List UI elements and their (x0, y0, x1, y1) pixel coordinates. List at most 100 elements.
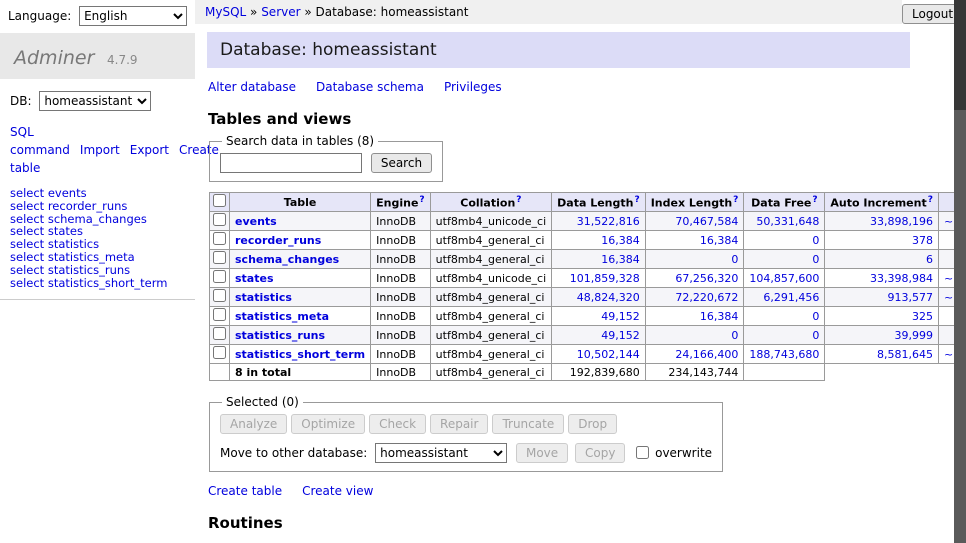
truncate-button[interactable]: Truncate (492, 414, 564, 434)
overwrite-label: overwrite (655, 446, 712, 460)
auto-increment-link[interactable]: 6 (926, 253, 933, 266)
scrollbar[interactable] (954, 0, 966, 543)
index-length-link[interactable]: 0 (731, 253, 738, 266)
data-free-link[interactable]: 0 (812, 310, 819, 323)
column-help-link[interactable]: ? (928, 195, 933, 205)
privileges-link[interactable]: Privileges (444, 80, 502, 94)
column-help-link[interactable]: ? (634, 195, 639, 205)
export-link[interactable]: Export (130, 143, 169, 157)
row-select-cell (210, 307, 230, 326)
move-db-select[interactable]: homeassistant (375, 443, 507, 463)
select-statistics-runs-link[interactable]: select statistics_runs (10, 264, 185, 277)
row-checkbox[interactable] (213, 251, 226, 264)
index-length-link[interactable]: 16,384 (700, 310, 739, 323)
table-row: recorder_runsInnoDButf8mb4_general_ci16,… (210, 231, 966, 250)
index-length-link[interactable]: 72,220,672 (675, 291, 738, 304)
data-length-link[interactable]: 31,522,816 (577, 215, 640, 228)
language-select[interactable]: English (79, 6, 187, 26)
engine-cell: InnoDB (371, 231, 431, 250)
drop-button[interactable]: Drop (568, 414, 617, 434)
search-button[interactable]: Search (371, 153, 432, 173)
auto-increment-link[interactable]: 913,577 (887, 291, 933, 304)
row-checkbox[interactable] (213, 308, 226, 321)
data-length-link[interactable]: 49,152 (601, 310, 640, 323)
row-checkbox[interactable] (213, 213, 226, 226)
data-free-link[interactable]: 188,743,680 (749, 348, 819, 361)
select-statistics-meta-link[interactable]: select statistics_meta (10, 251, 185, 264)
table-name-link[interactable]: statistics_short_term (235, 348, 365, 361)
data-length-link[interactable]: 10,502,144 (577, 348, 640, 361)
row-checkbox[interactable] (213, 270, 226, 283)
select-statistics-short-term-link[interactable]: select statistics_short_term (10, 277, 185, 290)
row-checkbox[interactable] (213, 327, 226, 340)
alter-database-link[interactable]: Alter database (208, 80, 296, 94)
overwrite-checkbox[interactable] (636, 446, 649, 459)
copy-button[interactable]: Copy (575, 443, 625, 463)
data-free-link[interactable]: 0 (812, 234, 819, 247)
column-help-link[interactable]: ? (516, 195, 521, 205)
data-free-link[interactable]: 0 (812, 329, 819, 342)
row-checkbox[interactable] (213, 289, 226, 302)
table-name-link[interactable]: statistics_meta (235, 310, 329, 323)
data-free-link[interactable]: 104,857,600 (749, 272, 819, 285)
index-length-link[interactable]: 70,467,584 (675, 215, 738, 228)
breadcrumb-link-server[interactable]: Server (261, 5, 300, 19)
column-help-link[interactable]: ? (812, 195, 817, 205)
table-name-link[interactable]: statistics_runs (235, 329, 325, 342)
import-link[interactable]: Import (80, 143, 120, 157)
data-free-link[interactable]: 0 (812, 253, 819, 266)
column-header-data-length: Data Length? (552, 193, 646, 212)
selected-buttons: AnalyzeOptimizeCheckRepairTruncateDrop (220, 414, 712, 434)
select-recorder-runs-link[interactable]: select recorder_runs (10, 200, 185, 213)
select-events-link[interactable]: select events (10, 187, 185, 200)
check-button[interactable]: Check (369, 414, 426, 434)
index-length-link[interactable]: 67,256,320 (675, 272, 738, 285)
data-length-link[interactable]: 49,152 (601, 329, 640, 342)
breadcrumb-link-mysql[interactable]: MySQL (205, 5, 246, 19)
data-length-cell: 49,152 (552, 307, 646, 326)
data-length-link[interactable]: 16,384 (601, 234, 640, 247)
repair-button[interactable]: Repair (430, 414, 488, 434)
create-view-link[interactable]: Create view (302, 484, 373, 498)
table-name-link[interactable]: recorder_runs (235, 234, 321, 247)
table-name-link[interactable]: schema_changes (235, 253, 339, 266)
move-button[interactable]: Move (516, 443, 568, 463)
scrollbar-thumb[interactable] (954, 0, 966, 110)
table-name-link[interactable]: events (235, 215, 277, 228)
column-help-link[interactable]: ? (419, 195, 424, 205)
database-schema-link[interactable]: Database schema (316, 80, 424, 94)
table-name-link[interactable]: statistics (235, 291, 292, 304)
engine-cell: InnoDB (371, 307, 431, 326)
table-name-link[interactable]: states (235, 272, 274, 285)
column-label-collation: Collation (460, 196, 515, 209)
data-length-link[interactable]: 48,824,320 (577, 291, 640, 304)
data-length-link[interactable]: 16,384 (601, 253, 640, 266)
optimize-button[interactable]: Optimize (291, 414, 365, 434)
auto-increment-link[interactable]: 325 (912, 310, 933, 323)
sql-command-link[interactable]: SQL command (10, 125, 70, 157)
auto-increment-cell: 8,581,645 (825, 345, 939, 364)
data-free-link[interactable]: 50,331,648 (756, 215, 819, 228)
auto-increment-link[interactable]: 33,398,984 (870, 272, 933, 285)
auto-increment-link[interactable]: 33,898,196 (870, 215, 933, 228)
data-length-link[interactable]: 101,859,328 (570, 272, 640, 285)
analyze-button[interactable]: Analyze (220, 414, 287, 434)
auto-increment-link[interactable]: 8,581,645 (877, 348, 933, 361)
auto-increment-link[interactable]: 39,999 (894, 329, 933, 342)
column-header-engine: Engine? (371, 193, 431, 212)
table-row: statistics_runsInnoDButf8mb4_general_ci4… (210, 326, 966, 345)
data-free-link[interactable]: 6,291,456 (763, 291, 819, 304)
index-length-link[interactable]: 24,166,400 (675, 348, 738, 361)
search-input[interactable] (220, 153, 362, 173)
auto-increment-link[interactable]: 378 (912, 234, 933, 247)
app-name: Adminer (14, 47, 94, 69)
index-length-link[interactable]: 16,384 (700, 234, 739, 247)
index-length-link[interactable]: 0 (731, 329, 738, 342)
table-name-cell: recorder_runs (230, 231, 371, 250)
row-checkbox[interactable] (213, 346, 226, 359)
column-help-link[interactable]: ? (733, 195, 738, 205)
db-select[interactable]: homeassistant (39, 91, 151, 111)
create-table-link[interactable]: Create table (208, 484, 282, 498)
row-checkbox[interactable] (213, 232, 226, 245)
select-all-checkbox[interactable] (213, 194, 226, 207)
